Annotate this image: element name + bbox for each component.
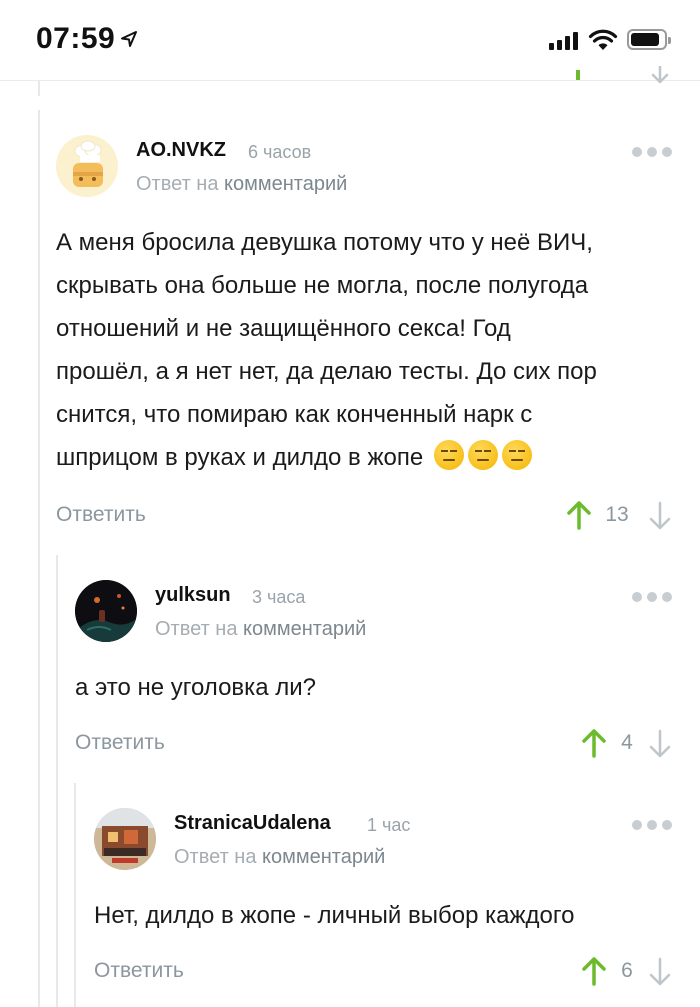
- vote-count: 4: [621, 731, 633, 754]
- comment-line: а это не уголовка ли?: [75, 674, 316, 701]
- vote-count: 6: [621, 959, 633, 982]
- upvote-icon[interactable]: [581, 728, 607, 758]
- reply-to-prefix: Ответ на: [155, 618, 238, 640]
- comment-time: 3 часа: [252, 587, 306, 607]
- status-time: 07:59: [36, 22, 116, 55]
- thread-line: [74, 783, 76, 1007]
- chef-avatar-icon: [56, 135, 118, 197]
- night-avatar-icon: [75, 580, 137, 642]
- avatar[interactable]: [56, 135, 118, 197]
- upvote-icon[interactable]: [566, 500, 592, 530]
- more-options-icon[interactable]: [632, 592, 672, 602]
- status-divider: [0, 80, 700, 81]
- comment-line: Нет, дилдо в жопе - личный выбор каждого: [94, 902, 575, 929]
- downvote-icon[interactable]: [648, 957, 672, 987]
- expressionless-emoji-icon: [433, 440, 464, 470]
- expressionless-emoji-icon: [501, 440, 532, 470]
- downvote-icon[interactable]: [648, 501, 672, 531]
- comment-line: отношений и не защищённого секса! Год: [56, 315, 511, 342]
- comment-line: снится, что помираю как конченный нарк с: [56, 401, 533, 428]
- vote-count: 13: [605, 503, 629, 526]
- comment-line: скрывать она больше не могла, после полу…: [56, 272, 589, 299]
- comment: AO.NVKZ 6 часов Ответ на комментарий А м…: [56, 135, 676, 535]
- comment: yulksun 3 часа Ответ на комментарий а эт…: [75, 580, 675, 770]
- thread-line: [56, 555, 58, 1007]
- reply-to-prefix: Ответ на: [136, 173, 219, 195]
- reply-button[interactable]: Ответить: [94, 959, 184, 983]
- reply-button[interactable]: Ответить: [56, 503, 146, 527]
- photo-avatar-icon: [94, 808, 156, 870]
- upvote-icon[interactable]: [574, 70, 582, 80]
- comment-line: шприцом в руках и дилдо в жопе: [56, 444, 424, 471]
- cellular-signal-icon: [549, 32, 578, 50]
- comment: StranicaUdalena 1 час Ответ на комментар…: [94, 808, 674, 998]
- comment-text: А меня бросила девушка потому что у неё …: [56, 221, 597, 479]
- comment-line-with-emoji: шприцом в руках и дилдо в жопе: [56, 436, 597, 479]
- comment-text: а это не уголовка ли?: [75, 666, 316, 709]
- reply-to-prefix: Ответ на: [174, 846, 257, 868]
- expressionless-emoji-icon: [467, 440, 498, 470]
- comment-text: Нет, дилдо в жопе - личный выбор каждого: [94, 894, 574, 937]
- downvote-icon[interactable]: [648, 729, 672, 759]
- wifi-icon: [588, 29, 618, 50]
- upvote-icon[interactable]: [581, 956, 607, 986]
- reply-to-link[interactable]: комментарий: [262, 846, 385, 868]
- comment-time: 1 час: [367, 815, 411, 835]
- reply-to-link[interactable]: комментарий: [243, 618, 366, 640]
- reply-to-link[interactable]: комментарий: [224, 173, 347, 195]
- reply-to-line: Ответ на комментарий: [174, 846, 385, 869]
- more-options-icon[interactable]: [632, 147, 672, 157]
- avatar[interactable]: [75, 580, 137, 642]
- comment-time: 6 часов: [248, 142, 312, 162]
- reply-to-line: Ответ на комментарий: [155, 618, 366, 641]
- downvote-icon[interactable]: [650, 66, 670, 84]
- battery-icon: [627, 29, 671, 50]
- comment-line: А меня бросила девушка потому что у неё …: [56, 229, 593, 256]
- username[interactable]: AO.NVKZ: [136, 139, 226, 162]
- more-options-icon[interactable]: [632, 820, 672, 830]
- status-bar: 07:59: [0, 0, 700, 80]
- avatar[interactable]: [94, 808, 156, 870]
- location-arrow-icon: [121, 31, 137, 47]
- username[interactable]: yulksun: [155, 584, 231, 607]
- reply-to-line: Ответ на комментарий: [136, 173, 347, 196]
- reply-button[interactable]: Ответить: [75, 731, 165, 755]
- thread-line: [38, 81, 40, 96]
- username[interactable]: StranicaUdalena: [174, 812, 331, 835]
- comment-line: прошёл, а я нет нет, да делаю тесты. До …: [56, 358, 597, 385]
- thread-line: [38, 110, 40, 1007]
